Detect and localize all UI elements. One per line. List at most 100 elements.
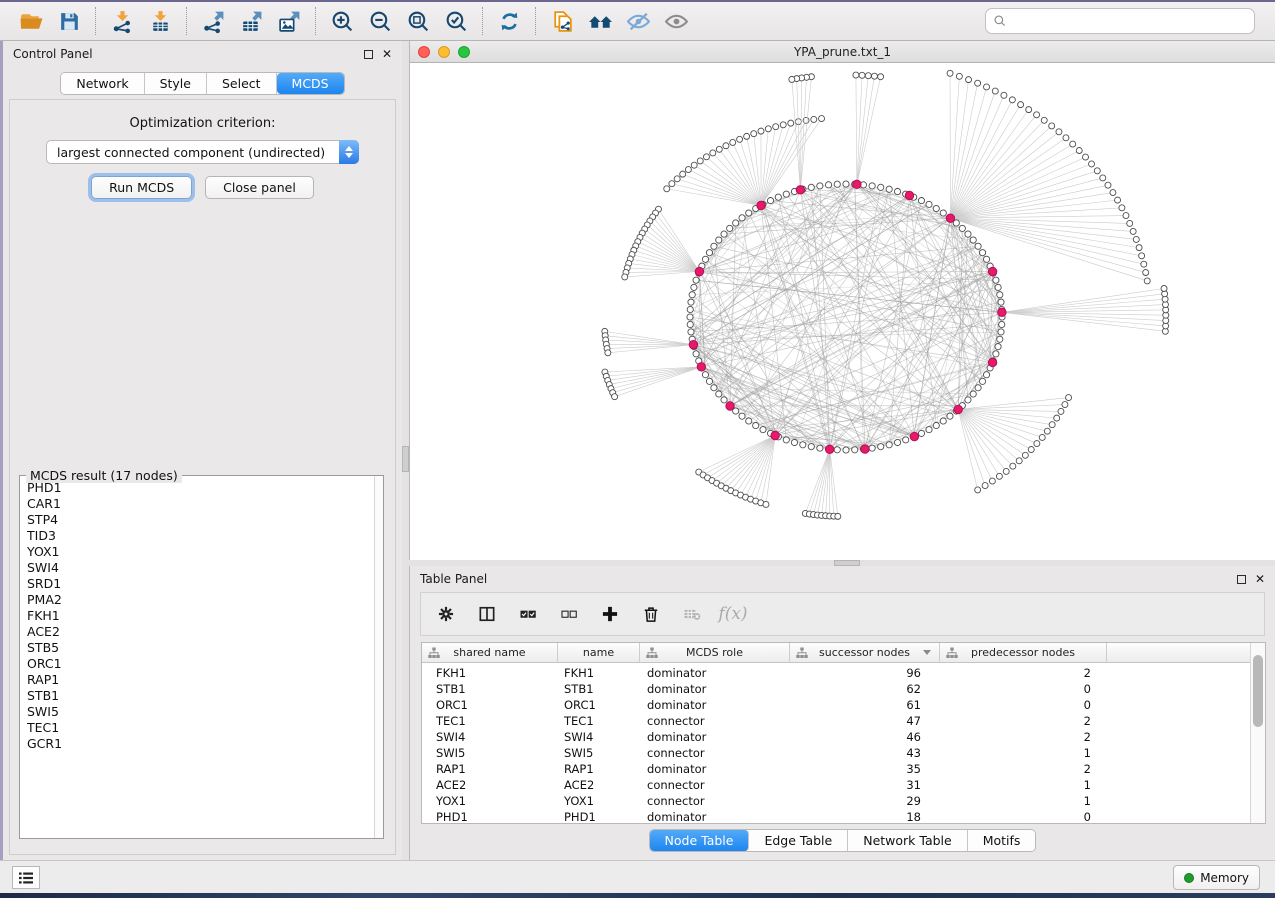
table-row[interactable]: SWI4SWI4dominator462 [422, 729, 1250, 745]
table-row[interactable]: STB1STB1dominator620 [422, 681, 1250, 697]
column-settings-button[interactable] [433, 601, 459, 627]
mcds-list-scrollbar[interactable] [374, 476, 383, 838]
tab-node-table[interactable]: Node Table [650, 830, 750, 851]
table-cell: 2 [940, 761, 1107, 777]
memory-button[interactable]: Memory [1173, 865, 1260, 890]
table-panel-title: Table Panel [420, 572, 487, 586]
function-builder-button[interactable]: f(x) [720, 601, 746, 627]
list-item[interactable]: SWI4 [27, 560, 368, 576]
network-canvas[interactable] [410, 63, 1275, 560]
table-cell: ORC1 [422, 697, 558, 713]
float-panel-icon[interactable] [1237, 575, 1246, 584]
table-cell: PHD1 [558, 809, 640, 823]
close-panel-icon[interactable]: ✕ [382, 48, 392, 60]
list-item[interactable]: FKH1 [27, 608, 368, 624]
list-item[interactable]: CAR1 [27, 496, 368, 512]
tab-select[interactable]: Select [207, 73, 277, 94]
import-table-button[interactable] [141, 6, 179, 36]
network-view-window: YPA_prune.txt_1 [409, 41, 1275, 560]
select-all-columns-button[interactable] [515, 601, 541, 627]
close-panel-icon[interactable]: ✕ [1255, 573, 1265, 585]
refresh-view-button[interactable] [490, 6, 528, 36]
split-column-icon [477, 604, 497, 624]
table-row[interactable]: RAP1RAP1dominator352 [422, 761, 1250, 777]
list-item[interactable]: ACE2 [27, 624, 368, 640]
tab-network-table[interactable]: Network Table [848, 830, 968, 851]
list-item[interactable]: ORC1 [27, 656, 368, 672]
task-history-button[interactable] [12, 866, 40, 889]
zoom-fit-button[interactable] [399, 6, 437, 36]
table-row[interactable]: YOX1YOX1connector291 [422, 793, 1250, 809]
search-input[interactable] [1012, 14, 1247, 28]
close-panel-button[interactable]: Close panel [205, 176, 314, 199]
search-icon [993, 14, 1007, 28]
zoom-in-button[interactable] [323, 6, 361, 36]
list-item[interactable]: STP4 [27, 512, 368, 528]
table-cell: 1 [940, 745, 1107, 761]
tab-network[interactable]: Network [61, 73, 144, 94]
table-row[interactable]: PHD1PHD1dominator180 [422, 809, 1250, 823]
table-row[interactable]: FKH1FKH1dominator962 [422, 665, 1250, 681]
list-item[interactable]: STB1 [27, 688, 368, 704]
table-cell: 46 [790, 729, 940, 745]
tab-edge-table[interactable]: Edge Table [749, 830, 848, 851]
delete-column-button[interactable] [638, 601, 664, 627]
column-header-mcds-role[interactable]: MCDS role [640, 643, 790, 662]
list-item[interactable]: PMA2 [27, 592, 368, 608]
column-header-shared-name[interactable]: shared name [422, 643, 558, 662]
list-item[interactable]: YOX1 [27, 544, 368, 560]
splitter-handle[interactable] [402, 446, 409, 472]
zoom-selected-button[interactable] [437, 6, 475, 36]
tab-mcds[interactable]: MCDS [277, 73, 344, 94]
column-header-successor-nodes[interactable]: successor nodes [790, 643, 940, 662]
export-table-button[interactable] [232, 6, 270, 36]
table-row[interactable]: ACE2ACE2connector311 [422, 777, 1250, 793]
save-session-button[interactable] [50, 6, 88, 36]
show-graphics-details-button[interactable] [657, 6, 695, 36]
table-cell [1107, 745, 1250, 761]
duplicate-network-button[interactable] [543, 6, 581, 36]
delete-table-button[interactable] [679, 601, 705, 627]
criterion-select[interactable]: largest connected component (undirected) [46, 140, 359, 164]
table-panel: Table Panel ✕ [409, 566, 1275, 860]
scrollbar-thumb[interactable] [1253, 655, 1263, 727]
import-network-button[interactable] [103, 6, 141, 36]
hide-graphics-details-button[interactable] [619, 6, 657, 36]
float-panel-icon[interactable] [364, 50, 373, 59]
add-column-button[interactable] [597, 601, 623, 627]
run-mcds-button[interactable]: Run MCDS [91, 176, 192, 199]
zoom-fit-icon [406, 9, 431, 34]
list-item[interactable]: STB5 [27, 640, 368, 656]
table-cell: RAP1 [558, 761, 640, 777]
control-panel: Control Panel ✕ NetworkStyleSelectMCDS O… [3, 41, 402, 860]
export-image-button[interactable] [270, 6, 308, 36]
vertical-splitter[interactable] [402, 41, 409, 860]
network-window-titlebar[interactable]: YPA_prune.txt_1 [410, 41, 1275, 63]
list-item[interactable]: TID3 [27, 528, 368, 544]
table-cell: STB1 [422, 681, 558, 697]
column-header-name[interactable]: name [558, 643, 640, 662]
export-network-button[interactable] [194, 6, 232, 36]
tab-motifs[interactable]: Motifs [968, 830, 1036, 851]
show-columns-button[interactable] [474, 601, 500, 627]
deselect-all-columns-button[interactable] [556, 601, 582, 627]
node-table-body: FKH1FKH1dominator962STB1STB1dominator620… [422, 663, 1250, 823]
table-row[interactable]: SWI5SWI5connector431 [422, 745, 1250, 761]
list-item[interactable]: SRD1 [27, 576, 368, 592]
tab-style[interactable]: Style [145, 73, 207, 94]
list-item[interactable]: RAP1 [27, 672, 368, 688]
zoom-out-button[interactable] [361, 6, 399, 36]
table-scrollbar[interactable] [1250, 643, 1265, 823]
table-row[interactable]: ORC1ORC1dominator610 [422, 697, 1250, 713]
table-cell: 62 [790, 681, 940, 697]
toolbar-separator [95, 7, 96, 35]
list-item[interactable]: GCR1 [27, 736, 368, 752]
list-item[interactable]: SWI5 [27, 704, 368, 720]
table-row[interactable]: TEC1TEC1connector472 [422, 713, 1250, 729]
first-neighbors-button[interactable] [581, 6, 619, 36]
table-cell: YOX1 [558, 793, 640, 809]
list-item[interactable]: TEC1 [27, 720, 368, 736]
column-header-predecessor-nodes[interactable]: predecessor nodes [940, 643, 1107, 662]
open-folder-icon [19, 9, 44, 34]
open-file-button[interactable] [12, 6, 50, 36]
